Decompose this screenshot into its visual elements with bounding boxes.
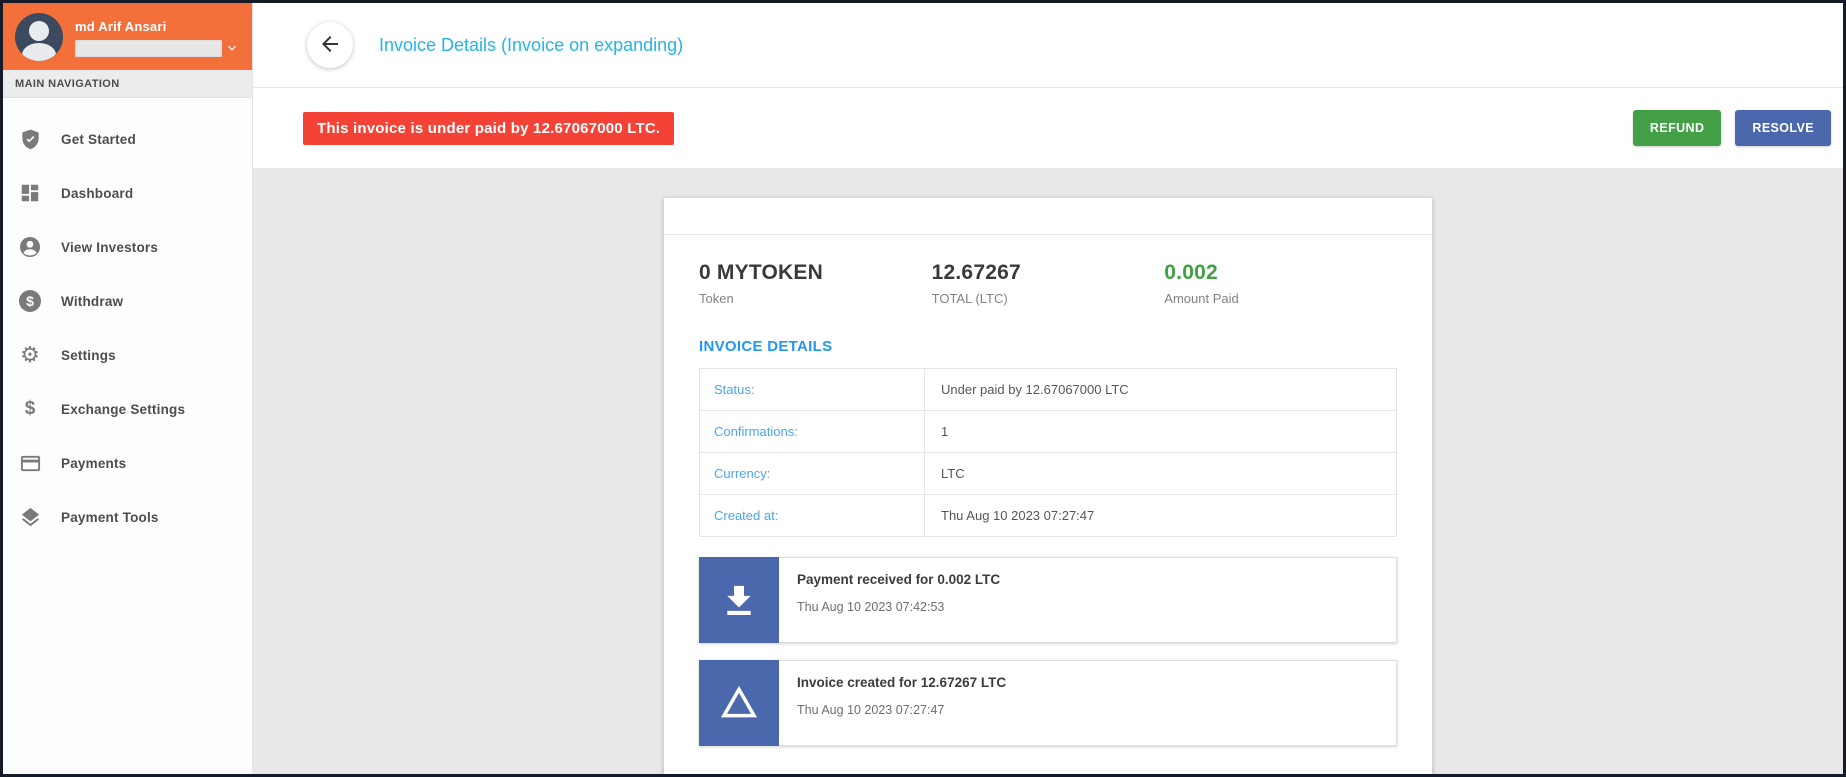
row-label: Status: bbox=[700, 369, 925, 410]
back-button[interactable] bbox=[307, 22, 353, 68]
credit-card-icon bbox=[17, 450, 43, 476]
avatar-torso bbox=[22, 42, 56, 61]
sidebar-item-label: Get Started bbox=[61, 131, 136, 147]
table-row: Created at: Thu Aug 10 2023 07:27:47 bbox=[700, 494, 1396, 536]
invoice-timeline: Payment received for 0.002 LTC Thu Aug 1… bbox=[699, 557, 1397, 746]
dashboard-icon bbox=[17, 180, 43, 206]
table-row: Currency: LTC bbox=[700, 452, 1396, 494]
amount-paid-value: 0.002 bbox=[1164, 261, 1218, 284]
triangle-icon bbox=[699, 660, 779, 746]
page-title: Invoice Details (Invoice on expanding) bbox=[379, 34, 684, 55]
sidebar-item-label: Payments bbox=[61, 455, 127, 471]
row-label: Currency: bbox=[700, 453, 925, 494]
row-label: Confirmations: bbox=[700, 411, 925, 452]
sidebar-item-label: Payment Tools bbox=[61, 509, 159, 525]
summary-amount-paid: 0.002 Amount Paid bbox=[1164, 261, 1397, 306]
shield-check-icon bbox=[17, 126, 43, 152]
row-value: LTC bbox=[941, 466, 965, 481]
app-window: md Arif Ansari MAIN NAVIGATION Get Start… bbox=[0, 0, 1846, 777]
user-dropdown-field[interactable] bbox=[75, 39, 222, 57]
table-row: Status: Under paid by 12.67067000 LTC bbox=[700, 369, 1396, 410]
main-area: Invoice Details (Invoice on expanding) T… bbox=[253, 3, 1843, 774]
download-icon bbox=[699, 557, 779, 643]
back-arrow-icon bbox=[318, 32, 342, 59]
amount-paid-label: Amount Paid bbox=[1164, 291, 1239, 306]
total-value: 12.67267 bbox=[931, 261, 1021, 284]
sidebar-item-payments[interactable]: Payments bbox=[3, 436, 252, 490]
token-label: Token bbox=[699, 291, 734, 306]
sidebar-item-label: Settings bbox=[61, 347, 116, 363]
sidebar-item-label: View Investors bbox=[61, 239, 159, 255]
timeline-entry-date: Thu Aug 10 2023 07:27:47 bbox=[797, 703, 945, 717]
timeline-entry-title: Invoice created for 12.67267 LTC bbox=[797, 675, 1007, 690]
underpaid-alert: This invoice is under paid by 12.6706700… bbox=[303, 111, 675, 145]
main-navigation: Get Started Dashboard View Investors $ W… bbox=[3, 98, 252, 544]
user-name: md Arif Ansari bbox=[75, 18, 167, 34]
timeline-entry-title: Payment received for 0.002 LTC bbox=[797, 572, 1001, 587]
refund-button[interactable]: REFUND bbox=[1632, 110, 1722, 146]
timeline-entry-body: Invoice created for 12.67267 LTC Thu Aug… bbox=[779, 660, 1397, 746]
timeline-entry-body: Payment received for 0.002 LTC Thu Aug 1… bbox=[779, 557, 1397, 643]
dollar-circle-icon: $ bbox=[17, 288, 43, 314]
nav-section-label: MAIN NAVIGATION bbox=[15, 77, 120, 90]
total-label: TOTAL (LTC) bbox=[931, 291, 1008, 306]
row-value: Under paid by 12.67067000 LTC bbox=[941, 382, 1129, 397]
sidebar-item-settings[interactable]: ⚙ Settings bbox=[3, 328, 252, 382]
avatar bbox=[15, 12, 63, 61]
sidebar-item-dashboard[interactable]: Dashboard bbox=[3, 166, 252, 220]
timeline-entry-date: Thu Aug 10 2023 07:42:53 bbox=[797, 600, 945, 614]
row-value: 1 bbox=[941, 424, 949, 439]
row-value: Thu Aug 10 2023 07:27:47 bbox=[941, 508, 1095, 523]
resolve-button[interactable]: RESOLVE bbox=[1735, 110, 1831, 146]
sidebar-item-view-investors[interactable]: View Investors bbox=[3, 220, 252, 274]
summary-token: 0 MYTOKEN Token bbox=[699, 261, 932, 306]
nav-section-header: MAIN NAVIGATION bbox=[3, 70, 252, 98]
sidebar-item-label: Dashboard bbox=[61, 185, 134, 201]
avatar-head bbox=[29, 20, 49, 41]
timeline-entry-payment-received: Payment received for 0.002 LTC Thu Aug 1… bbox=[699, 557, 1397, 643]
sidebar-item-get-started[interactable]: Get Started bbox=[3, 112, 252, 166]
user-dropdown[interactable] bbox=[75, 39, 240, 57]
content-area: 0 MYTOKEN Token 12.67267 TOTAL (LTC) 0.0… bbox=[253, 168, 1843, 774]
invoice-details-heading: INVOICE DETAILS bbox=[699, 338, 833, 355]
layers-icon bbox=[17, 504, 43, 530]
invoice-card: 0 MYTOKEN Token 12.67267 TOTAL (LTC) 0.0… bbox=[664, 198, 1432, 774]
dollar-icon: $ bbox=[24, 398, 36, 419]
invoice-card-header bbox=[664, 198, 1432, 235]
timeline-entry-invoice-created: Invoice created for 12.67267 LTC Thu Aug… bbox=[699, 660, 1397, 746]
sidebar-item-payment-tools[interactable]: Payment Tools bbox=[3, 490, 252, 544]
person-circle-icon bbox=[17, 234, 43, 260]
gear-icon: ⚙ bbox=[20, 342, 40, 367]
row-label: Created at: bbox=[700, 495, 925, 536]
invoice-details-table: Status: Under paid by 12.67067000 LTC Co… bbox=[699, 368, 1397, 537]
action-band: This invoice is under paid by 12.6706700… bbox=[253, 88, 1843, 168]
sidebar-item-exchange-settings[interactable]: $ Exchange Settings bbox=[3, 382, 252, 436]
sidebar: md Arif Ansari MAIN NAVIGATION Get Start… bbox=[3, 3, 253, 774]
invoice-summary: 0 MYTOKEN Token 12.67267 TOTAL (LTC) 0.0… bbox=[699, 261, 1397, 306]
token-value: 0 MYTOKEN bbox=[699, 261, 823, 284]
chevron-down-icon[interactable] bbox=[224, 40, 240, 56]
table-row: Confirmations: 1 bbox=[700, 410, 1396, 452]
page-header: Invoice Details (Invoice on expanding) bbox=[253, 3, 1843, 88]
sidebar-item-withdraw[interactable]: $ Withdraw bbox=[3, 274, 252, 328]
sidebar-item-label: Exchange Settings bbox=[61, 401, 186, 417]
user-panel: md Arif Ansari bbox=[3, 3, 252, 70]
sidebar-item-label: Withdraw bbox=[61, 293, 124, 309]
summary-total: 12.67267 TOTAL (LTC) bbox=[932, 261, 1165, 306]
